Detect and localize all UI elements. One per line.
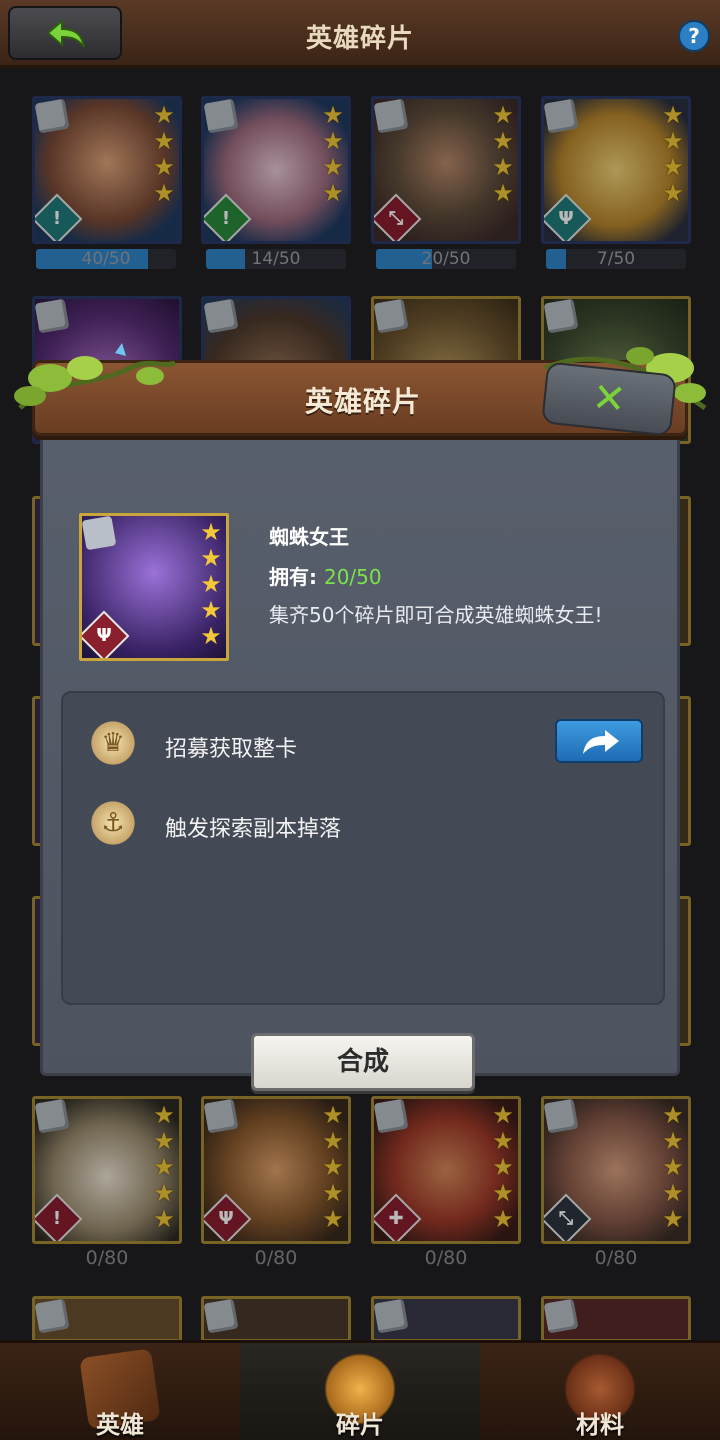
star-rating: ★ ★ ★ ★ ★ — [200, 518, 222, 650]
share-arrow-icon — [583, 730, 619, 754]
fragment-description: 集齐50个碎片即可合成英雄蜘蛛女王! — [269, 603, 603, 627]
nav-label: 英雄 — [96, 1411, 144, 1439]
help-button[interactable]: ? — [678, 20, 710, 52]
top-bar: 英雄碎片 ? — [0, 0, 720, 68]
nav-tab-materials[interactable]: 材料 — [480, 1343, 720, 1440]
nav-tab-fragments[interactable]: 碎片 — [240, 1343, 480, 1440]
bottom-nav: 英雄 碎片 材料 — [0, 1340, 720, 1440]
close-icon: ✕ — [589, 374, 629, 424]
role-icon: Ψ — [82, 610, 130, 658]
source-row-explore: ⚓ 触发探索副本掉落 — [87, 795, 647, 855]
go-recruit-button[interactable] — [555, 719, 643, 763]
recruit-icon: ♛ — [87, 719, 139, 767]
compose-button[interactable]: 合成 — [251, 1033, 475, 1091]
source-label: 招募获取整卡 — [165, 737, 298, 762]
owned-value: 20/50 — [323, 565, 382, 589]
hero-fragment-dialog: ★ ★ ★ ★ ★ Ψ 蜘蛛女王 拥有: 20/50 集齐50个碎片即可合成英雄… — [14, 343, 707, 1091]
source-row-recruit: ♛ 招募获取整卡 — [87, 715, 647, 775]
owned-label: 拥有: — [269, 565, 324, 589]
source-label: 触发探索副本掉落 — [165, 817, 342, 842]
compose-label: 合成 — [336, 1047, 389, 1077]
hero-portrait-card: ★ ★ ★ ★ ★ Ψ — [79, 513, 229, 661]
nav-label: 材料 — [576, 1411, 624, 1439]
acquisition-sources-panel: ♛ 招募获取整卡 ⚓ 触发探索副本掉落 — [61, 691, 665, 1005]
dialog-body: ★ ★ ★ ★ ★ Ψ 蜘蛛女王 拥有: 20/50 集齐50个碎片即可合成英雄… — [40, 400, 680, 1091]
owned-count: 拥有: 20/50 — [269, 561, 382, 590]
nav-label: 碎片 — [336, 1411, 384, 1439]
explore-icon: ⚓ — [87, 799, 139, 847]
vine-decoration-icon — [14, 343, 176, 410]
puzzle-piece-icon — [82, 516, 117, 551]
hero-name: 蜘蛛女王 — [269, 525, 349, 549]
nav-tab-heroes[interactable]: 英雄 — [0, 1343, 240, 1440]
page-title: 英雄碎片 — [305, 24, 414, 54]
